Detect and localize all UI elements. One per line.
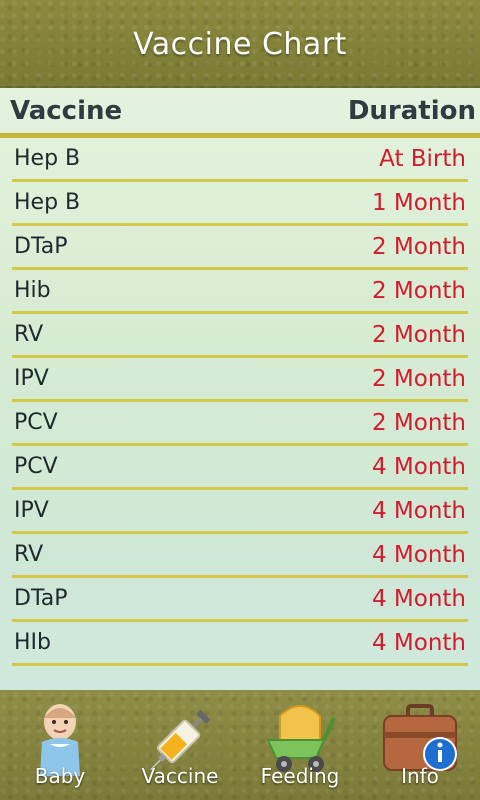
vaccine-duration: 4 Month: [371, 541, 466, 568]
table-row[interactable]: RV 4 Month: [12, 534, 468, 578]
nav-label: Baby: [34, 764, 86, 788]
nav-label: Feeding: [260, 764, 340, 788]
vaccine-name: RV: [14, 542, 44, 567]
vaccine-duration: 4 Month: [371, 497, 466, 524]
vaccine-duration: 1 Month: [371, 189, 466, 216]
vaccine-name: IPV: [14, 498, 49, 523]
vaccine-name: RV: [14, 322, 44, 347]
vaccine-name: PCV: [14, 454, 58, 479]
vaccine-name: PCV: [14, 410, 58, 435]
vaccine-name: Hep B: [14, 146, 81, 171]
vaccine-table: Vaccine Duration Hep B At Birth Hep B 1 …: [0, 88, 480, 690]
table-row[interactable]: IPV 2 Month: [12, 358, 468, 402]
table-row[interactable]: RV 2 Month: [12, 314, 468, 358]
nav-item-baby[interactable]: Baby: [0, 690, 120, 800]
vaccine-name: IPV: [14, 366, 49, 391]
vaccine-duration: 2 Month: [371, 233, 466, 260]
table-row[interactable]: Hep B 1 Month: [12, 182, 468, 226]
vaccine-name: HIb: [14, 630, 51, 655]
table-row[interactable]: Hep B At Birth: [12, 138, 468, 182]
column-header-vaccine: Vaccine: [10, 95, 123, 126]
vaccine-duration: 2 Month: [371, 277, 466, 304]
table-row[interactable]: PCV 4 Month: [12, 446, 468, 490]
nav-label: Info: [401, 764, 439, 788]
nav-item-vaccine[interactable]: Vaccine: [120, 690, 240, 800]
vaccine-duration: At Birth: [379, 145, 466, 172]
bottom-navigation: Baby Vaccine Feeding Info: [0, 690, 480, 800]
vaccine-duration: 4 Month: [371, 453, 466, 480]
table-row[interactable]: IPV 4 Month: [12, 490, 468, 534]
vaccine-name: Hep B: [14, 190, 81, 215]
table-body: Hep B At Birth Hep B 1 Month DTaP 2 Mont…: [0, 138, 480, 666]
nav-item-feeding[interactable]: Feeding: [240, 690, 360, 800]
page-title: Vaccine Chart: [133, 26, 347, 62]
vaccine-duration: 4 Month: [371, 585, 466, 612]
app-header: Vaccine Chart: [0, 0, 480, 88]
column-header-duration: Duration: [347, 95, 476, 126]
vaccine-duration: 2 Month: [371, 365, 466, 392]
nav-label: Vaccine: [141, 764, 219, 788]
table-row[interactable]: DTaP 4 Month: [12, 578, 468, 622]
nav-item-info[interactable]: Info: [360, 690, 480, 800]
vaccine-name: Hib: [14, 278, 51, 303]
vaccine-duration: 2 Month: [371, 409, 466, 436]
vaccine-name: DTaP: [14, 234, 68, 259]
table-row[interactable]: DTaP 2 Month: [12, 226, 468, 270]
vaccine-name: DTaP: [14, 586, 68, 611]
table-row[interactable]: Hib 2 Month: [12, 270, 468, 314]
app-root: Vaccine Chart Vaccine Duration Hep B At …: [0, 0, 480, 800]
vaccine-duration: 4 Month: [371, 629, 466, 656]
table-row[interactable]: PCV 2 Month: [12, 402, 468, 446]
vaccine-duration: 2 Month: [371, 321, 466, 348]
table-header: Vaccine Duration: [0, 88, 480, 138]
table-row[interactable]: HIb 4 Month: [12, 622, 468, 666]
